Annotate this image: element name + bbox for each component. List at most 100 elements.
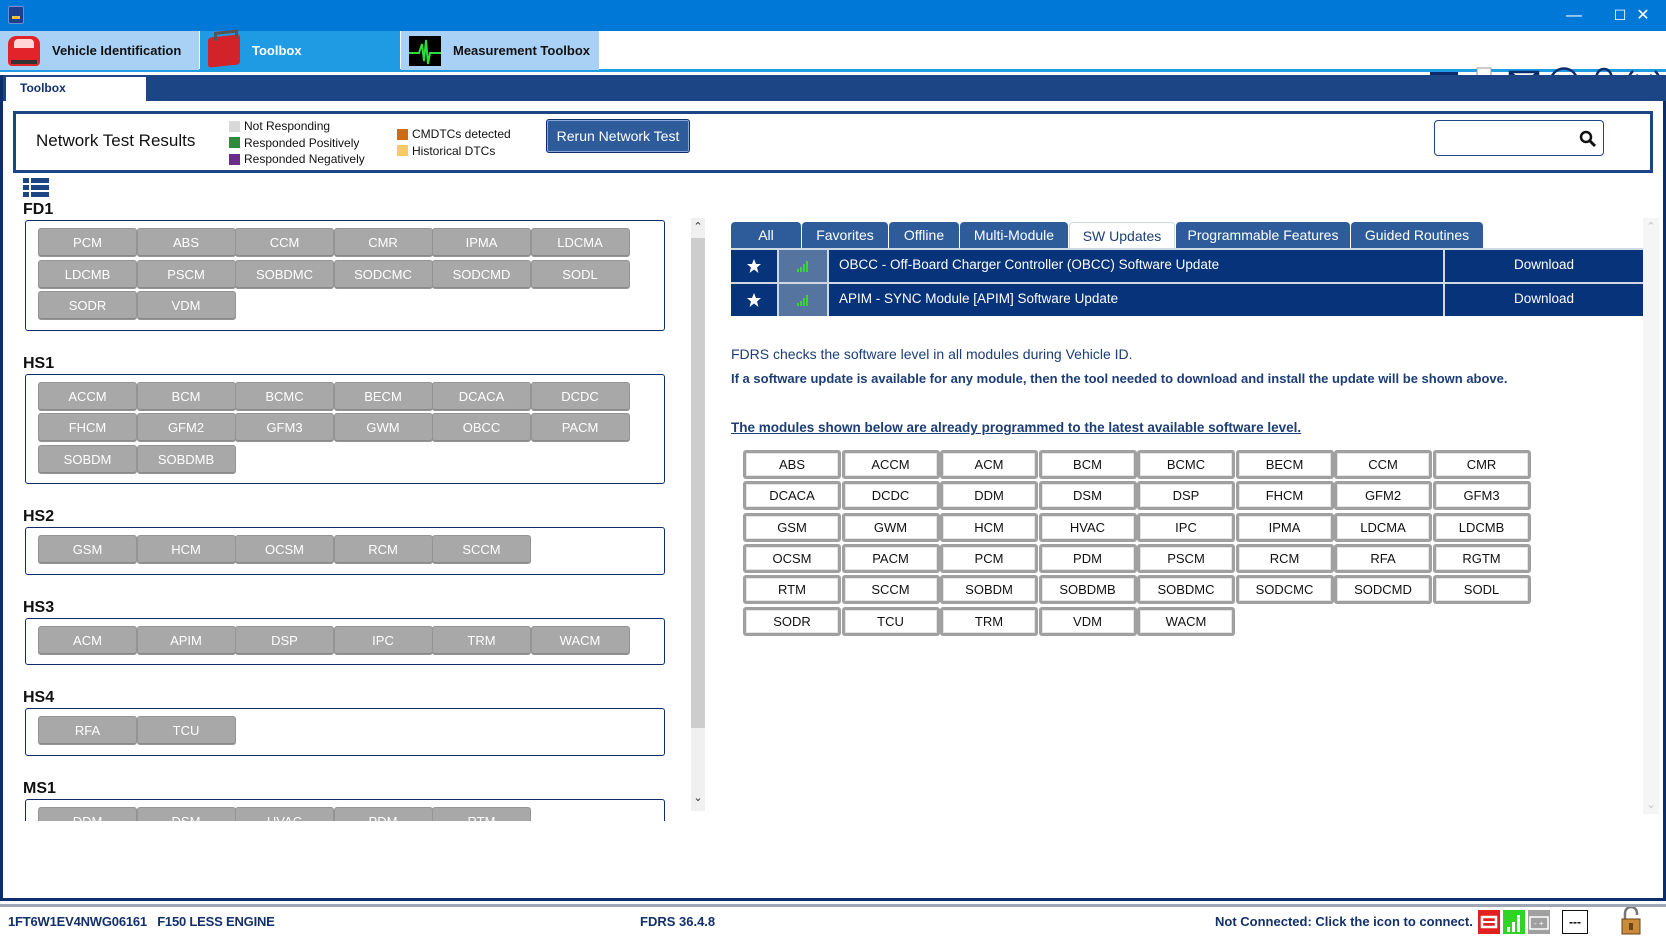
module-button[interactable]: IPMA xyxy=(1235,512,1334,542)
update-row[interactable]: OBCC - Off-Board Charger Controller (OBC… xyxy=(731,248,1643,282)
module-button[interactable]: SODR xyxy=(743,606,841,636)
module-button[interactable]: OCSM xyxy=(743,543,841,573)
module-button[interactable]: GSM xyxy=(743,512,841,542)
module-button[interactable]: RTM xyxy=(743,575,841,605)
module-button[interactable]: IPC xyxy=(333,625,433,655)
download-button[interactable]: Download xyxy=(1445,250,1643,282)
tab-favorites[interactable]: Favorites xyxy=(802,222,888,248)
module-button[interactable]: RTM xyxy=(432,806,531,821)
close-button[interactable]: ✕ xyxy=(1620,0,1666,31)
module-button[interactable]: BCMC xyxy=(1137,450,1235,479)
module-button[interactable]: DSM xyxy=(136,806,236,821)
module-button[interactable]: HVAC xyxy=(1038,512,1137,542)
module-button[interactable]: FHCM xyxy=(1235,481,1334,511)
module-button[interactable]: BCM xyxy=(136,381,236,411)
tab-guided-routines[interactable]: Guided Routines xyxy=(1351,222,1483,248)
module-button[interactable]: TRM xyxy=(940,606,1038,636)
module-button[interactable]: FHCM xyxy=(38,413,137,442)
module-button[interactable]: SOBDMB xyxy=(136,444,236,474)
module-button[interactable]: DCDC xyxy=(841,481,940,511)
module-button[interactable]: PCM xyxy=(940,543,1038,573)
module-button[interactable]: IPMA xyxy=(432,228,531,257)
module-button[interactable]: RCM xyxy=(333,535,433,564)
module-button[interactable]: SOBDMC xyxy=(1137,575,1235,605)
module-button[interactable]: GWM xyxy=(841,512,940,542)
right-panel-scrollbar[interactable]: ⌃ ⌄ xyxy=(1643,218,1659,814)
module-button[interactable]: HCM xyxy=(940,512,1038,542)
download-button[interactable]: Download xyxy=(1445,284,1643,316)
module-button[interactable]: SCCM xyxy=(432,535,531,564)
module-button[interactable]: SODCMC xyxy=(1235,575,1334,605)
module-button[interactable]: GFM2 xyxy=(136,413,236,442)
search-icon[interactable] xyxy=(1579,130,1597,153)
module-button[interactable]: SOBDM xyxy=(38,444,137,474)
module-button[interactable]: BCM xyxy=(1038,450,1137,479)
module-button[interactable]: SOBDMC xyxy=(235,259,334,289)
module-button[interactable]: DCACA xyxy=(432,381,531,411)
nav-tab-measurement-toolbox[interactable]: Measurement Toolbox xyxy=(401,31,599,70)
module-button[interactable]: PDM xyxy=(1038,543,1137,573)
module-button[interactable]: ACM xyxy=(940,450,1038,479)
nav-tab-toolbox[interactable]: Toolbox xyxy=(200,31,400,70)
module-button[interactable]: VDM xyxy=(1038,606,1137,636)
rerun-network-test-button[interactable]: Rerun Network Test xyxy=(546,119,690,153)
module-button[interactable]: ACCM xyxy=(38,381,137,411)
module-button[interactable]: BECM xyxy=(333,381,433,411)
module-button[interactable]: IPC xyxy=(1137,512,1235,542)
module-button[interactable]: ABS xyxy=(136,228,236,257)
tab-toolbox[interactable]: Toolbox xyxy=(6,77,146,101)
module-button[interactable]: TCU xyxy=(841,606,940,636)
scroll-up-icon[interactable]: ⌃ xyxy=(691,218,705,236)
scroll-down-icon[interactable]: ⌄ xyxy=(691,789,705,807)
module-button[interactable]: ACM xyxy=(38,625,137,655)
module-button[interactable]: RFA xyxy=(1334,543,1432,573)
module-button[interactable]: TCU xyxy=(136,716,236,745)
module-button[interactable]: GFM3 xyxy=(1432,481,1531,511)
module-button[interactable]: DSP xyxy=(235,625,334,655)
module-button[interactable]: PSCM xyxy=(136,259,236,289)
module-button[interactable]: PACM xyxy=(530,413,630,442)
module-button[interactable]: SOBDM xyxy=(940,575,1038,605)
module-button[interactable]: SCCM xyxy=(841,575,940,605)
module-button[interactable]: GSM xyxy=(38,535,137,564)
module-button[interactable]: DSM xyxy=(1038,481,1137,511)
module-button[interactable]: WACM xyxy=(530,625,630,655)
module-groups-scrollbar[interactable]: ⌃ ⌄ xyxy=(691,218,705,811)
module-button[interactable]: LDCMB xyxy=(38,259,137,289)
nav-tab-vehicle-identification[interactable]: Vehicle Identification xyxy=(0,31,199,70)
module-button[interactable]: SOBDMB xyxy=(1038,575,1137,605)
module-button[interactable]: ABS xyxy=(743,450,841,479)
module-button[interactable]: SODR xyxy=(38,291,137,320)
module-button[interactable]: CMR xyxy=(333,228,433,257)
lock-icon[interactable] xyxy=(1619,905,1643,935)
module-button[interactable]: GFM3 xyxy=(235,413,334,442)
module-button[interactable]: BCMC xyxy=(235,381,334,411)
module-button[interactable]: LDCMA xyxy=(1334,512,1432,542)
module-button[interactable]: RCM xyxy=(1235,543,1334,573)
tab-all[interactable]: All xyxy=(731,222,801,248)
module-button[interactable]: SODCMC xyxy=(333,259,433,289)
module-button[interactable]: ACCM xyxy=(841,450,940,479)
module-button[interactable]: VDM xyxy=(136,291,236,320)
module-button[interactable]: SODL xyxy=(530,259,630,289)
update-row[interactable]: APIM - SYNC Module [APIM] Software Updat… xyxy=(731,282,1643,316)
module-button[interactable]: DDM xyxy=(940,481,1038,511)
module-button[interactable]: PACM xyxy=(841,543,940,573)
module-button[interactable]: PCM xyxy=(38,228,137,257)
module-button[interactable]: SODCMD xyxy=(432,259,531,289)
module-button[interactable]: DDM xyxy=(38,806,137,821)
module-button[interactable]: RFA xyxy=(38,716,137,745)
tab-multi-module[interactable]: Multi-Module xyxy=(960,222,1068,248)
scroll-down-icon[interactable]: ⌄ xyxy=(1643,796,1659,814)
module-button[interactable]: HVAC xyxy=(235,806,334,821)
module-button[interactable]: PSCM xyxy=(1137,543,1235,573)
module-button[interactable]: WACM xyxy=(1137,606,1235,636)
favorite-star-icon[interactable] xyxy=(731,284,779,316)
module-button[interactable]: PDM xyxy=(333,806,433,821)
module-button[interactable]: APIM xyxy=(136,625,236,655)
module-button[interactable]: DSP xyxy=(1137,481,1235,511)
module-button[interactable]: SODL xyxy=(1432,575,1531,605)
module-button[interactable]: BECM xyxy=(1235,450,1334,479)
module-button[interactable]: TRM xyxy=(432,625,531,655)
scrollbar-thumb[interactable] xyxy=(691,238,705,728)
